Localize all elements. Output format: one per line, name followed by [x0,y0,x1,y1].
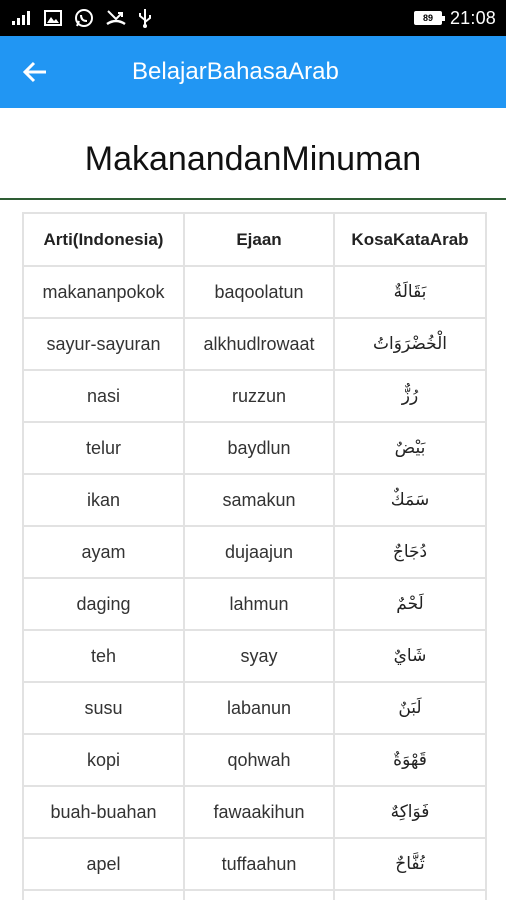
cell-ejaan: baqoolatun [183,265,335,319]
status-time: 21:08 [449,7,496,28]
battery-icon: 89 [413,11,445,25]
table-row: telur baydlun بَيْضٌ [24,421,485,475]
table-row: nasi ruzzun رُزٌّ [24,369,485,423]
cell-ejaan: qohwah [183,733,335,787]
status-icons-right: 89 21:08 [413,7,496,29]
cell-ejaan: ruzzun [183,369,335,423]
cell-arab: قَهْوَةٌ [333,733,485,787]
cell-arti: apel [24,837,185,891]
table-header-row: Arti(Indonesia) Ejaan KosaKataArab [24,214,485,267]
cell-arab: لَحْمٌ [333,577,485,631]
cell-arti: ikan [24,473,185,527]
arrow-back-icon [22,61,46,83]
cell-arti: susu [24,681,185,735]
battery-level: 89 [415,13,440,23]
cell-arab: رُزٌّ [333,369,485,423]
signal-icon [12,11,32,25]
table-row: ayam dujaajun دُجَاجٌ [24,525,485,579]
cell-arti: sayur-sayuran [24,317,185,371]
header-ejaan: Ejaan [183,214,335,267]
usb-icon [138,8,152,28]
cell-arab: بَيْضٌ [333,421,485,475]
cell-ejaan: baydlun [183,421,335,475]
cell-ejaan: samakun [183,473,335,527]
image-icon [44,10,62,26]
table-row: buah-buahan fawaakihun فَوَاكِهٌ [24,785,485,839]
cell-arti: kopi [24,733,185,787]
whatsapp-icon [74,8,94,28]
cell-arab: شَايٌ [333,629,485,683]
cell-empty [24,889,185,900]
cell-arab: تُفَّاحٌ [333,837,485,891]
cell-ejaan: tuffaahun [183,837,335,891]
table-row: kopi qohwah قَهْوَةٌ [24,733,485,787]
page-title: MakanandanMinuman [84,140,422,178]
table-row: ikan samakun سَمَكٌ [24,473,485,527]
cell-arti: teh [24,629,185,683]
cell-ejaan: labanun [183,681,335,735]
cell-ejaan: syay [183,629,335,683]
table-row: makananpokok baqoolatun بَقَالَةٌ [24,265,485,319]
missed-call-icon [106,9,126,27]
cell-ejaan: alkhudlrowaat [183,317,335,371]
app-title: BelajarBahasaArab [132,58,339,85]
table-row-partial [24,889,485,900]
cell-ejaan: dujaajun [183,525,335,579]
cell-arti: makananpokok [24,265,185,319]
cell-empty [183,889,335,900]
cell-arab: بَقَالَةٌ [333,265,485,319]
cell-arab: لَبَنٌ [333,681,485,735]
cell-arti: daging [24,577,185,631]
status-bar: 89 21:08 [0,0,506,36]
cell-arti: buah-buahan [24,785,185,839]
table-row: daging lahmun لَحْمٌ [24,577,485,631]
cell-empty [333,889,485,900]
cell-arab: فَوَاكِهٌ [333,785,485,839]
header-arti: Arti(Indonesia) [24,214,185,267]
cell-arab: دُجَاجٌ [333,525,485,579]
vocabulary-table: Arti(Indonesia) Ejaan KosaKataArab makan… [22,212,487,900]
table-row: teh syay شَايٌ [24,629,485,683]
table-row: susu labanun لَبَنٌ [24,681,485,735]
status-icons-left [12,8,152,28]
cell-arab: سَمَكٌ [333,473,485,527]
title-divider [0,198,506,200]
cell-arab: الْخُضْرَوَاتُ [333,317,485,371]
back-button[interactable] [0,36,70,108]
app-bar: BelajarBahasaArab [0,36,506,108]
cell-arti: telur [24,421,185,475]
table-row: apel tuffaahun تُفَّاحٌ [24,837,485,891]
cell-ejaan: lahmun [183,577,335,631]
cell-arti: ayam [24,525,185,579]
table-row: sayur-sayuran alkhudlrowaat الْخُضْرَوَا… [24,317,485,371]
cell-ejaan: fawaakihun [183,785,335,839]
header-kosakata-arab: KosaKataArab [333,214,485,267]
cell-arti: nasi [24,369,185,423]
